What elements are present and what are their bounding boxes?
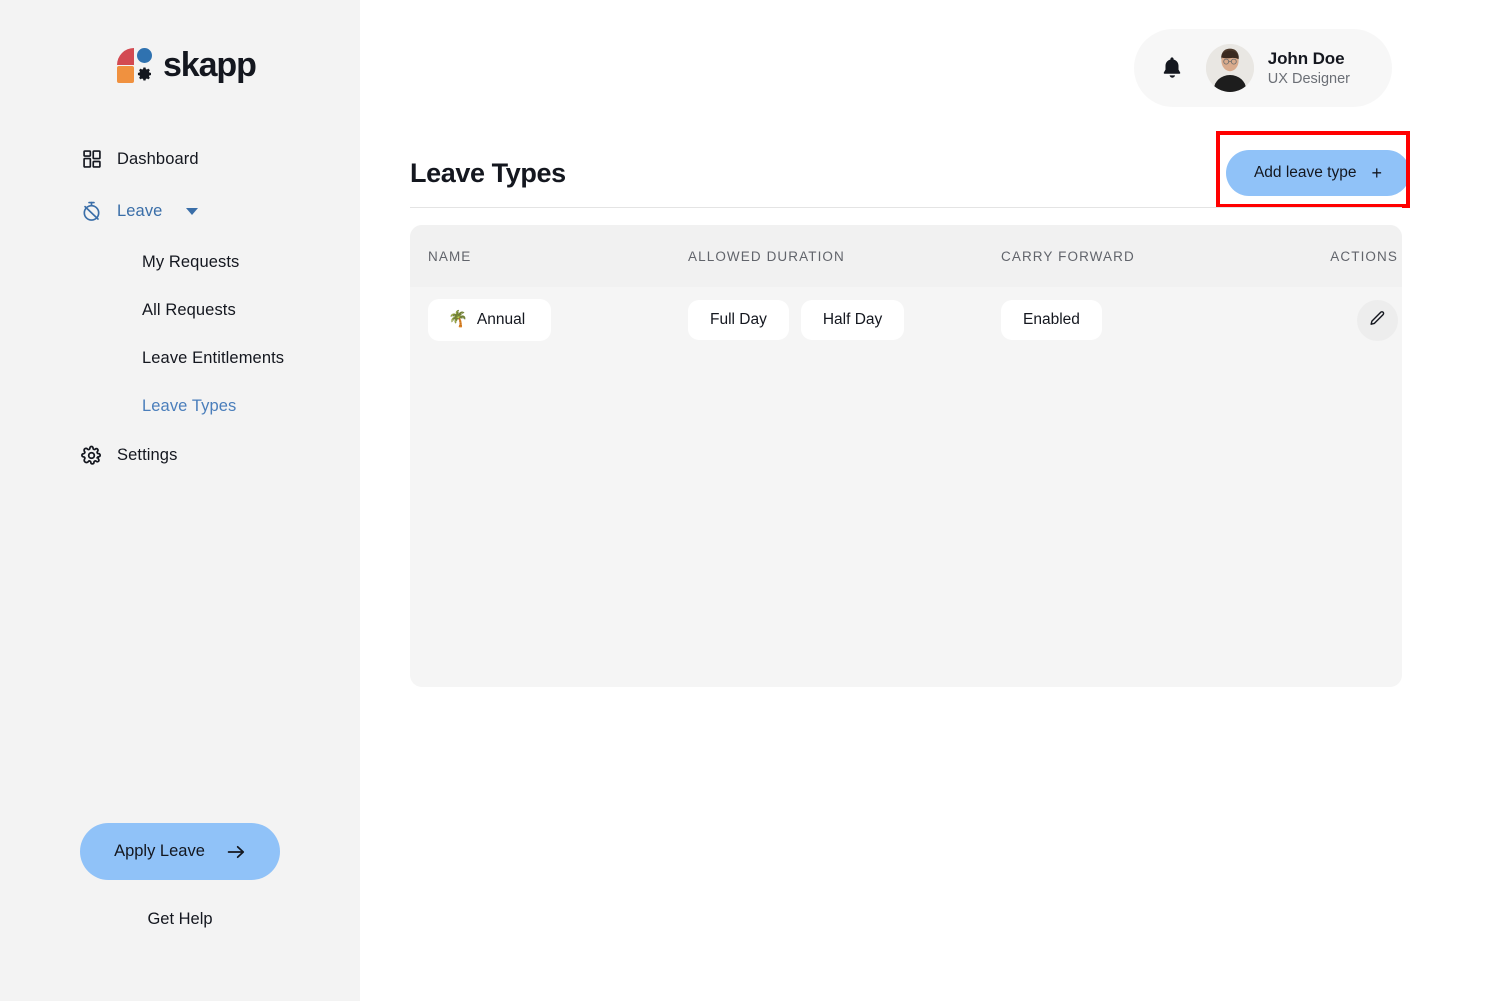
apply-leave-button[interactable]: Apply Leave [80, 823, 280, 880]
sidebar-footer: Apply Leave Get Help [0, 823, 360, 929]
sidebar-sublabel-my-requests: My Requests [142, 252, 240, 271]
sidebar-nav: Dashboard Leave My Requests All Requests… [0, 141, 360, 489]
add-leave-type-label: Add leave type [1253, 164, 1357, 181]
sidebar-item-all-requests[interactable]: All Requests [0, 293, 360, 327]
top-bar: John Doe UX Designer [1133, 29, 1392, 107]
duration-chip-full-day: Full Day [688, 300, 789, 340]
avatar [1205, 44, 1254, 92]
brand-logo[interactable]: skapp [117, 46, 360, 85]
carry-forward-badge: Enabled [1001, 300, 1102, 340]
column-header-carry-forward: CARRY FORWARD [1001, 248, 1135, 264]
sidebar-item-my-requests[interactable]: My Requests [0, 245, 360, 279]
user-profile-pill[interactable]: John Doe UX Designer [1133, 29, 1392, 107]
get-help-link[interactable]: Get Help [147, 910, 212, 929]
sidebar-item-label-dashboard: Dashboard [117, 149, 199, 168]
user-role: UX Designer [1267, 71, 1350, 87]
sidebar-sublabel-leave-types: Leave Types [142, 396, 237, 415]
sidebar-sublabel-leave-entitlements: Leave Entitlements [142, 348, 285, 367]
logo-circle-blue-icon [137, 48, 152, 63]
leave-type-name: Annual [476, 311, 526, 328]
sidebar-item-label-leave: Leave [117, 201, 163, 220]
logo-gear-icon [137, 66, 153, 82]
sidebar-item-label-settings: Settings [117, 445, 178, 464]
palm-tree-icon: 🌴 [448, 311, 468, 328]
leave-type-chip[interactable]: 🌴 Annual [428, 299, 552, 341]
app-root: skapp Dashboard Leave My Requests All Re… [0, 0, 1512, 1001]
table-row[interactable]: 🌴 Annual Full Day Half Day Enabled [410, 287, 1402, 353]
sidebar-item-settings[interactable]: Settings [0, 437, 360, 473]
header-divider [410, 207, 1402, 208]
arrow-right-icon [227, 844, 246, 860]
gear-icon [81, 445, 102, 466]
cell-allowed-duration: Full Day Half Day [688, 300, 1001, 340]
leave-types-table: NAME ALLOWED DURATION CARRY FORWARD ACTI… [410, 225, 1402, 687]
logo-quarter-red-icon [117, 48, 134, 65]
sidebar-item-dashboard[interactable]: Dashboard [0, 141, 360, 177]
logo-square-orange-icon [117, 66, 134, 83]
apply-leave-label: Apply Leave [114, 842, 205, 860]
column-header-duration: ALLOWED DURATION [688, 248, 845, 264]
sidebar: skapp Dashboard Leave My Requests All Re… [0, 0, 360, 1001]
duration-chip-half-day: Half Day [800, 300, 905, 340]
page-header: Leave Types Add leave type + [410, 150, 1410, 196]
sidebar-sublabel-all-requests: All Requests [142, 300, 236, 319]
edit-leave-type-button[interactable] [1357, 299, 1398, 341]
plus-icon: + [1371, 163, 1382, 183]
main-content: John Doe UX Designer Leave Types Add lea… [360, 0, 1512, 1001]
user-meta: John Doe UX Designer [1268, 49, 1350, 87]
table-header-row: NAME ALLOWED DURATION CARRY FORWARD ACTI… [410, 225, 1402, 287]
duration-label-half-day: Half Day [822, 311, 883, 328]
sidebar-item-leave-types[interactable]: Leave Types [0, 389, 360, 423]
pencil-icon [1369, 310, 1386, 330]
carry-forward-value: Enabled [1023, 311, 1080, 328]
page-title: Leave Types [410, 157, 566, 188]
add-leave-type-button[interactable]: Add leave type + [1225, 150, 1410, 196]
cell-carry-forward: Enabled [1001, 300, 1298, 340]
cell-name: 🌴 Annual [410, 299, 688, 341]
skapp-logo-mark [117, 47, 154, 84]
grid-icon [81, 149, 102, 170]
duration-label-full-day: Full Day [710, 311, 767, 328]
user-name: John Doe [1267, 49, 1345, 68]
get-help-label: Get Help [147, 910, 213, 928]
cell-actions [1298, 299, 1402, 341]
column-header-name: NAME [428, 248, 472, 264]
chevron-down-icon[interactable] [186, 207, 199, 215]
column-header-actions: ACTIONS [1330, 248, 1398, 264]
sidebar-item-leave[interactable]: Leave [0, 193, 360, 229]
bell-icon[interactable] [1160, 55, 1184, 81]
sidebar-item-leave-entitlements[interactable]: Leave Entitlements [0, 341, 360, 375]
stopwatch-off-icon [81, 201, 102, 222]
duration-chip-group: Full Day Half Day [688, 300, 1001, 340]
brand-name: skapp [163, 46, 257, 84]
